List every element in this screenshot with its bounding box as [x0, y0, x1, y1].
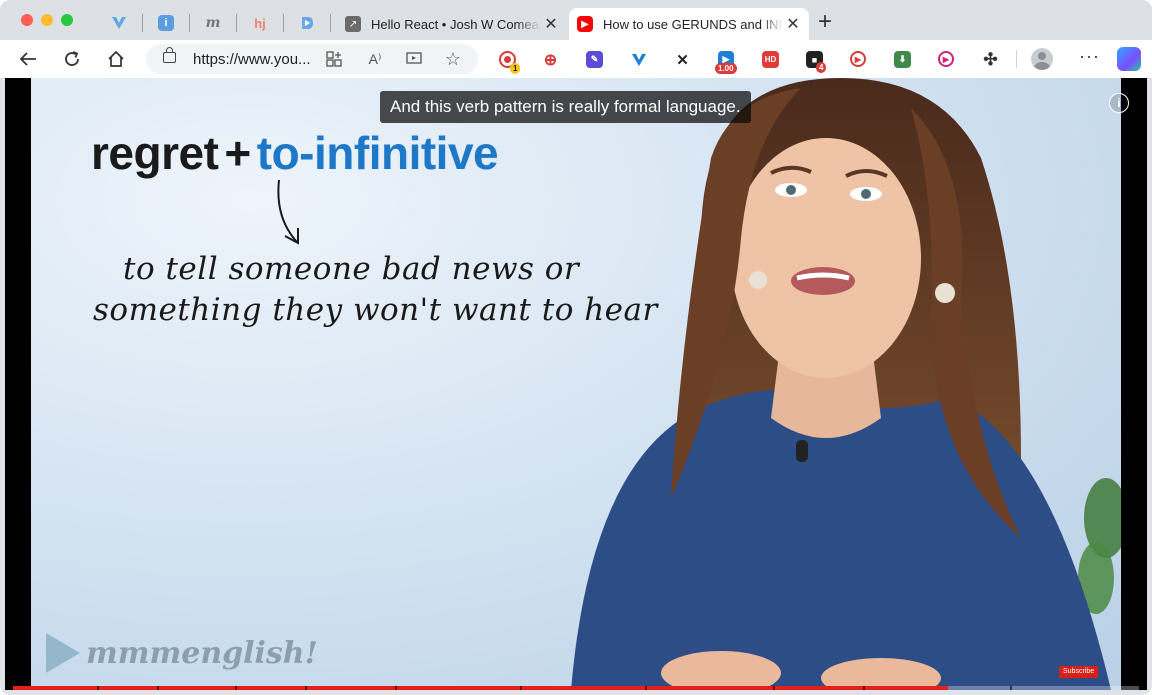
close-window-button[interactable] [21, 14, 33, 26]
lock-icon[interactable] [163, 47, 176, 63]
address-bar[interactable]: https://www.you... A⁾ ☆ [146, 44, 478, 74]
new-tab-button[interactable]: + [818, 10, 832, 34]
slide-note-line-2: something they won't want to hear [93, 292, 658, 328]
slide-note-line-1: to tell someone bad news or [123, 251, 580, 287]
speed-badge: 1.00 [715, 63, 737, 74]
pinned-tab-info-icon[interactable]: i [155, 12, 177, 34]
close-tab-icon[interactable]: ✕ [541, 14, 561, 34]
close-tab-icon[interactable]: ✕ [783, 14, 803, 34]
play-extension-icon[interactable]: ▶ [938, 51, 954, 67]
vuetify-extension-icon[interactable] [630, 51, 647, 68]
pinned-tab-app-icon[interactable] [296, 12, 318, 34]
immersive-reader-icon[interactable] [405, 50, 423, 68]
video-caption: And this verb pattern is really formal l… [380, 91, 751, 123]
video-frame[interactable]: regret + to-infinitive to tell someone bad… [31, 78, 1121, 690]
chapter-marker [520, 686, 522, 690]
toolbar-separator [1016, 50, 1017, 68]
tab-youtube-video[interactable]: ▶ How to use GERUNDS and INFINITIVES ✕ [569, 8, 809, 40]
reload-button[interactable] [61, 48, 83, 70]
pinned-tab-hj-icon[interactable]: hj [249, 12, 271, 34]
headline-form: to-infinitive [256, 127, 499, 179]
extensions-puzzle-icon[interactable]: ✣ [982, 50, 999, 69]
home-button[interactable] [105, 48, 127, 70]
info-icon[interactable]: i [1109, 93, 1129, 113]
profile-avatar[interactable] [1031, 48, 1053, 70]
minimize-window-button[interactable] [41, 14, 53, 26]
tab-separator [142, 14, 143, 32]
tab-hello-react[interactable]: ↗ Hello React • Josh W Comeau ✕ [337, 8, 567, 40]
maximize-window-button[interactable] [61, 14, 73, 26]
read-aloud-icon[interactable]: A⁾ [366, 50, 384, 68]
extension-badge: 4 [816, 62, 827, 73]
logo-text: mmmenglish! [86, 635, 318, 671]
tab-separator [236, 14, 237, 32]
extension-badge: 1 [510, 63, 521, 74]
more-menu-icon[interactable]: ··· [1079, 46, 1100, 67]
subscribe-watermark[interactable]: Subscribe [1059, 666, 1099, 678]
chapter-marker [863, 686, 865, 690]
tab-title: How to use GERUNDS and INFINITIVES [603, 16, 783, 32]
chapter-marker [235, 686, 237, 690]
chapter-marker [1010, 686, 1012, 690]
tab-separator [189, 14, 190, 32]
tab-title: Hello React • Josh W Comeau [371, 16, 541, 32]
youtube-icon: ▶ [577, 16, 593, 32]
tab-separator [330, 14, 331, 32]
note-extension-icon[interactable]: ✎ [586, 51, 603, 68]
download-extension-icon[interactable]: ⬇ [894, 51, 911, 68]
pinned-tab-vuetify-icon[interactable] [108, 12, 130, 34]
headline-word: regret [91, 127, 219, 179]
progress-played [13, 686, 948, 690]
chapter-marker [773, 686, 775, 690]
video-extension-icon[interactable]: ▶ [850, 51, 866, 67]
pinned-tab-medium-icon[interactable]: m [202, 12, 224, 34]
tab-strip: i m hj ↗ Hello React • Josh W Comeau ✕ ▶… [0, 0, 1152, 40]
external-link-icon: ↗ [345, 16, 361, 32]
channel-logo: mmmenglish! [46, 633, 318, 673]
url-text[interactable]: https://www.you... [193, 51, 311, 68]
browser-window: i m hj ↗ Hello React • Josh W Comeau ✕ ▶… [0, 0, 1152, 695]
copilot-icon[interactable] [1117, 47, 1141, 71]
app-available-icon[interactable] [325, 50, 343, 68]
curved-arrow-icon [277, 179, 299, 245]
tab-separator [283, 14, 284, 32]
headline-plus: + [224, 127, 251, 179]
hd-extension-icon[interactable]: HD [762, 51, 779, 68]
chapter-marker [305, 686, 307, 690]
chapter-marker [395, 686, 397, 690]
navigation-toolbar: https://www.you... A⁾ ☆ 1 ⊕ ✎ ✕ ▶ 1.00 H… [0, 40, 1152, 78]
chapter-marker [645, 686, 647, 690]
chapter-marker [97, 686, 99, 690]
presenter-image [571, 78, 1121, 690]
video-player[interactable]: regret + to-infinitive to tell someone bad… [5, 78, 1147, 690]
arrows-extension-icon[interactable]: ✕ [674, 51, 691, 69]
progress-bar[interactable] [13, 686, 1139, 690]
chapter-marker [157, 686, 159, 690]
back-button[interactable] [17, 48, 39, 70]
slide-headline: regret + to-infinitive [91, 126, 499, 180]
search-extension-icon[interactable]: ⊕ [542, 51, 559, 69]
logo-play-icon [46, 633, 80, 673]
favorite-star-icon[interactable]: ☆ [444, 49, 462, 69]
